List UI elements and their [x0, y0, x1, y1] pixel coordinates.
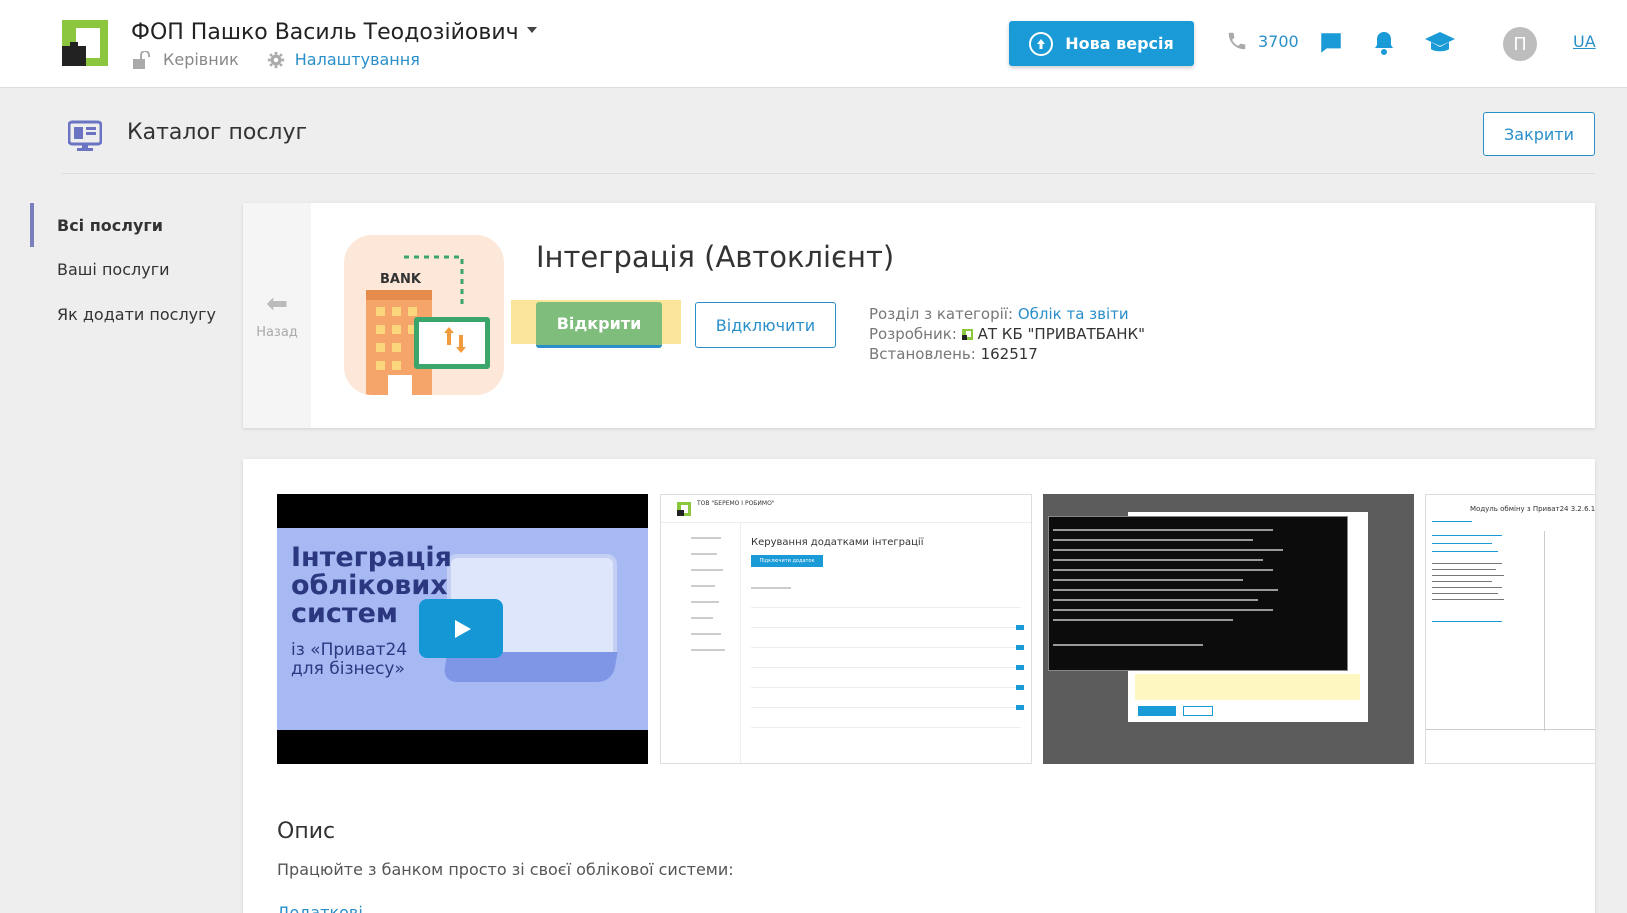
- service-title: Інтеграція (Автоклієнт): [536, 240, 895, 274]
- avatar[interactable]: П: [1503, 27, 1537, 61]
- arrow-up-circle-icon: [1029, 31, 1054, 56]
- sidebar-item-your-services[interactable]: Ваші послуги: [57, 260, 170, 279]
- privatbank-icon: [961, 329, 973, 340]
- installs-value: 162517: [980, 345, 1038, 363]
- play-icon[interactable]: [419, 599, 503, 658]
- developer-row: Розробник: АТ КБ "ПРИВАТБАНК": [869, 324, 1145, 344]
- company-switcher[interactable]: ФОП Пашко Василь Теодозійович: [131, 20, 537, 45]
- phone-number: 3700: [1258, 31, 1299, 51]
- unlock-icon: [133, 50, 150, 69]
- service-card: ⬅ Назад BANK Інтеграція (Автоклієнт) Від…: [243, 203, 1595, 428]
- graduation-cap-icon[interactable]: [1424, 30, 1456, 56]
- details-card: Інтеграція облікових систем із «Приват24…: [243, 459, 1595, 913]
- close-button[interactable]: Закрити: [1483, 112, 1595, 156]
- description-title: Опис: [277, 819, 336, 844]
- catalog-icon: [68, 120, 102, 151]
- category-row: Розділ з категорії: Облік та звіти: [869, 304, 1145, 324]
- disable-button[interactable]: Відключити: [695, 302, 836, 348]
- shot-add-button: Підключити додаток: [751, 555, 823, 567]
- arrow-left-icon: ⬅: [266, 289, 288, 319]
- new-version-button[interactable]: Нова версія: [1009, 21, 1194, 66]
- privatbank-logo-small: [677, 502, 691, 516]
- description-text: Працюйте з банком просто зі своєї обліко…: [277, 860, 734, 879]
- role-row: Керівник Налаштування: [131, 50, 420, 69]
- top-bar: ФОП Пашко Василь Теодозійович Керівник Н…: [0, 0, 1627, 88]
- chevron-down-icon: [526, 27, 537, 33]
- video-subtitle: із «Приват24 для бізнесу»: [291, 640, 408, 679]
- category-label: Розділ з категорії:: [869, 305, 1014, 323]
- screenshot-thumbnail-1[interactable]: ТОВ "БЕРЕМО І РОБИМО" Керування додаткам…: [660, 494, 1032, 764]
- open-button[interactable]: Відкрити: [536, 302, 662, 348]
- divider: [62, 173, 1595, 174]
- sidebar-item-all-services[interactable]: Всі послуги: [57, 216, 163, 235]
- role-label: Керівник: [163, 50, 239, 69]
- settings-link[interactable]: Налаштування: [295, 50, 420, 69]
- shot4-title: Модуль обміну з Приват24 3.2.6.15: [1470, 505, 1595, 513]
- service-meta: Розділ з категорії: Облік та звіти Розро…: [869, 304, 1145, 364]
- page-title: Каталог послуг: [127, 120, 308, 145]
- installs-row: Встановлень: 162517: [869, 344, 1145, 364]
- privatbank-logo[interactable]: [62, 20, 108, 66]
- bell-icon[interactable]: [1372, 30, 1396, 56]
- language-switcher[interactable]: UA: [1573, 32, 1596, 51]
- screenshot-thumbnail-3[interactable]: Модуль обміну з Приват24 3.2.6.15: [1425, 494, 1595, 764]
- svg-text:BANK: BANK: [380, 272, 422, 287]
- new-version-label: Нова версія: [1065, 34, 1174, 53]
- sidebar-active-indicator: [30, 203, 34, 247]
- chat-icon[interactable]: [1318, 30, 1344, 56]
- description-more-link[interactable]: Додаткові: [277, 903, 363, 913]
- screenshot-thumbnail-2[interactable]: [1043, 494, 1414, 764]
- category-link[interactable]: Облік та звіти: [1018, 305, 1129, 323]
- video-thumbnail[interactable]: Інтеграція облікових систем із «Приват24…: [277, 494, 648, 764]
- phone-link[interactable]: 3700: [1226, 30, 1299, 52]
- back-button[interactable]: ⬅ Назад: [243, 203, 311, 428]
- shot-heading: Керування додатками інтеграції: [751, 537, 924, 548]
- developer-value: АТ КБ "ПРИВАТБАНК": [977, 325, 1146, 343]
- phone-icon: [1228, 32, 1246, 50]
- shot-company: ТОВ "БЕРЕМО І РОБИМО": [697, 500, 775, 507]
- developer-label: Розробник:: [869, 325, 957, 343]
- service-image: BANK: [344, 235, 504, 395]
- company-name: ФОП Пашко Василь Теодозійович: [131, 20, 519, 45]
- sidebar-item-how-to-add[interactable]: Як додати послугу: [57, 305, 216, 324]
- back-label: Назад: [256, 325, 298, 340]
- gear-icon: [267, 51, 284, 68]
- installs-label: Встановлень:: [869, 345, 976, 363]
